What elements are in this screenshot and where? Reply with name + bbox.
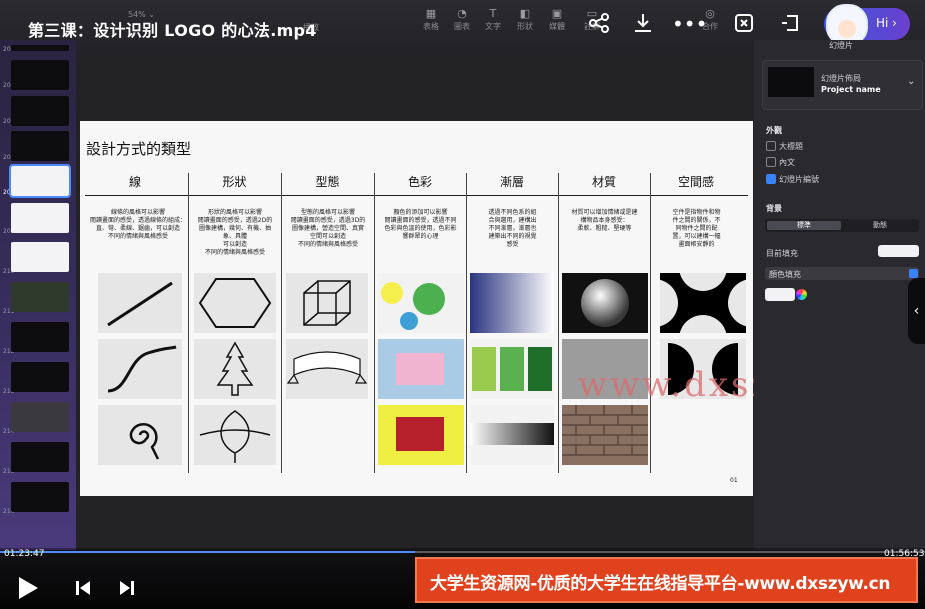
pip-icon[interactable] <box>776 12 804 36</box>
slide-thumbnail[interactable] <box>11 282 69 312</box>
body-checkbox-label: 內文 <box>779 158 795 167</box>
slide-thumbnail[interactable] <box>11 482 69 512</box>
space-concave-image <box>660 273 746 333</box>
category-description: 顏色的添加可以影響 閱讀畫面的感受，透過不同 色彩與色溫的使用，色彩影 響群眾的心理 <box>384 209 457 240</box>
media-icon: ▣ <box>551 7 563 20</box>
fill-label: 目前填充 <box>766 249 798 258</box>
assistant-greeting: Hi › <box>876 16 897 30</box>
spiral-line-image <box>98 405 182 465</box>
cube-image <box>286 273 368 333</box>
column-divider <box>188 173 189 473</box>
chevron-down-icon[interactable]: ⌄ <box>907 76 915 87</box>
inspector-tab-slide[interactable]: 幻燈片 <box>829 40 853 51</box>
download-icon[interactable] <box>629 12 657 36</box>
layout-title: 幻燈片佈局 <box>821 74 861 83</box>
sphere-texture-image <box>562 273 648 333</box>
progress-fill <box>0 551 416 553</box>
fill-type-value: 顏色填充 <box>769 270 801 279</box>
category-description: 型態的風格可以影響 閱讀畫面的感受，透過3D的 圖像建構，營造空間、真實 空間可以創造… <box>290 209 366 248</box>
slide-thumbnail-selected[interactable] <box>9 164 71 198</box>
column-divider <box>466 173 467 473</box>
slide-thumbnail[interactable] <box>11 131 69 161</box>
category-line: 線 <box>128 175 141 189</box>
background-heading: 背景 <box>766 204 782 213</box>
category-gradient: 漸層 <box>499 175 524 189</box>
slide-thumbnail[interactable] <box>11 60 69 90</box>
slide-thumbnail[interactable] <box>11 442 69 472</box>
category-texture: 材質 <box>591 175 616 189</box>
dynamic-tab[interactable]: 動態 <box>843 221 917 230</box>
color-dots-image <box>378 273 464 333</box>
video-title: 第三课：设计识别 LOGO 的心法.mp4 <box>28 21 317 40</box>
slide-number-checkbox[interactable] <box>766 174 776 184</box>
hexagon-image <box>194 273 276 333</box>
curved-line-image <box>98 339 182 399</box>
slide-number-checkbox-label: 幻燈片編號 <box>779 175 819 184</box>
body-checkbox[interactable] <box>766 157 776 167</box>
category-description: 形狀的風格可以影響 閱讀畫面的感受，透過2D的 圖像建構，幾何、有機、抽 象、具體 可以… <box>197 209 273 256</box>
category-color: 色彩 <box>407 175 432 189</box>
tree-shape-image <box>194 339 276 399</box>
layout-thumbnail <box>768 67 814 97</box>
slide-page-number: 01 <box>730 477 738 484</box>
color-wheel-icon[interactable] <box>796 289 807 300</box>
color-frame-image <box>378 405 464 465</box>
category-description: 透過不同色系的組 合與趨用，建構出 不同漸層，漸層也 建築出不同的視覺 感受 <box>488 209 537 248</box>
straight-line-image <box>98 273 182 333</box>
current-time: 01:23:47 <box>4 549 45 559</box>
standard-tab[interactable]: 標準 <box>767 221 841 230</box>
appearance-heading: 外觀 <box>766 126 782 135</box>
promo-banner-text: 大学生资源网-优质的大学生在线指导平台-www.dxszyw.cn <box>430 574 891 594</box>
layout-name: Project name <box>821 85 881 94</box>
category-form: 型態 <box>315 175 340 189</box>
share-icon[interactable] <box>585 12 613 36</box>
slide-thumbnail[interactable] <box>11 362 69 392</box>
column-divider <box>558 173 559 473</box>
category-description: 空件是指物件和物 件之間的關係，不 同物件之間的配 置，可以建構一幅 畫面帳安靜的 <box>672 209 721 248</box>
column-divider <box>281 173 282 473</box>
gradient-gray-image <box>470 405 554 465</box>
screenshot-icon[interactable] <box>730 12 758 36</box>
title-checkbox[interactable] <box>766 141 776 151</box>
gradient-blue-image <box>470 273 554 333</box>
more-icon[interactable]: ••• <box>672 12 707 36</box>
title-checkbox-label: 大標題 <box>779 142 803 151</box>
gradient-green-bars-image <box>470 339 554 399</box>
brick-texture-image <box>562 405 648 465</box>
select-stepper-icon <box>909 269 918 278</box>
slide-thumbnail[interactable] <box>11 322 69 352</box>
slide-thumbnail[interactable] <box>11 45 69 51</box>
column-divider <box>374 173 375 473</box>
category-space: 空間感 <box>677 175 714 189</box>
header-divider <box>85 195 748 196</box>
color-well[interactable] <box>765 288 795 301</box>
column-divider <box>650 173 651 473</box>
slide-thumbnail[interactable] <box>11 203 69 233</box>
category-description: 線條的風格可以影響 閱讀畫面的感受，透過線條的組成： 直、彎、柔線、鋸齒，可以創造不… <box>90 209 187 240</box>
slide-thumbnail[interactable] <box>11 402 69 432</box>
next-icon[interactable] <box>118 579 136 597</box>
collapse-panel-button[interactable]: ‹ <box>908 278 925 344</box>
fill-swatch[interactable] <box>878 245 919 257</box>
ribbon-image <box>286 339 368 399</box>
previous-icon[interactable] <box>74 579 92 597</box>
color-blocks-image <box>378 339 464 399</box>
leaf-shape-image <box>194 405 276 465</box>
slide-title: 設計方式的類型 <box>86 140 192 158</box>
slide-thumbnail[interactable] <box>11 242 69 272</box>
media-tool[interactable]: ▣ 媒體 <box>537 7 577 35</box>
category-shape: 形狀 <box>222 175 247 189</box>
slide-canvas[interactable]: 設計方式的類型 線 形狀 型態 色彩 漸層 材質 空間感 線條的風格可以影響 閱讀… <box>80 121 880 496</box>
slide-thumbnail[interactable] <box>11 96 69 126</box>
play-icon[interactable] <box>16 575 40 601</box>
category-description: 材質可以增加情緒或是建 構物品本身感受： 柔軟、粗糙、堅硬等 <box>571 209 638 232</box>
